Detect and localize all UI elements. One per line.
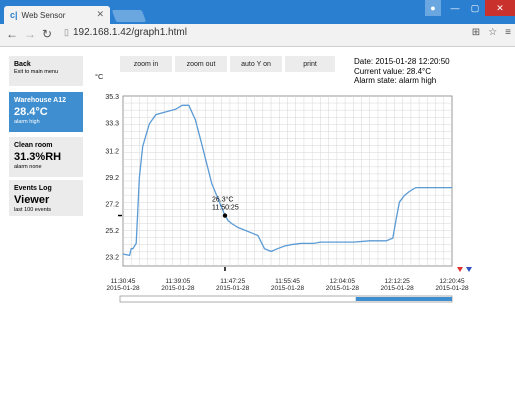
x-tick-time: 12:04:05: [330, 278, 356, 285]
y-tick-label: 31.2: [105, 148, 119, 155]
annotation-time: 11:50:25: [212, 205, 239, 212]
y-tick-label: 27.2: [105, 202, 119, 209]
x-tick-date: 2015-01-28: [435, 285, 469, 292]
x-tick-time: 11:55:45: [275, 278, 300, 285]
y-tick-label: 25.2: [105, 228, 119, 235]
x-tick-date: 2015-01-28: [106, 285, 140, 292]
cursor-point: [222, 213, 228, 218]
x-tick-time: 12:12:25: [385, 278, 411, 285]
y-axis-unit: °C: [95, 72, 104, 81]
y-tick-label: 33.3: [105, 121, 119, 128]
annotation-value: 26.3°C: [212, 196, 233, 204]
x-tick-time: 11:39:05: [165, 278, 190, 285]
x-tick-date: 2015-01-28: [381, 285, 415, 292]
x-tick-date: 2015-01-28: [271, 285, 305, 292]
x-tick-time: 11:47:25: [220, 278, 245, 285]
y-tick-label: 23.2: [105, 255, 119, 262]
x-tick-date: 2015-01-28: [216, 285, 250, 292]
x-tick-date: 2015-01-28: [326, 285, 360, 292]
x-tick-time: 11:30:45: [111, 278, 136, 285]
alarm-high-marker: [457, 267, 463, 272]
x-tick-time: 12:20:45: [439, 278, 465, 285]
y-tick-label: 29.2: [105, 175, 119, 182]
time-scrollbar-thumb[interactable]: [355, 297, 452, 301]
temperature-chart[interactable]: 35.333.331.229.227.225.223.2°C11:30:4520…: [0, 0, 515, 401]
y-tick-label: 35.3: [105, 94, 119, 101]
x-tick-date: 2015-01-28: [161, 285, 195, 292]
alarm-low-marker: [466, 267, 472, 272]
